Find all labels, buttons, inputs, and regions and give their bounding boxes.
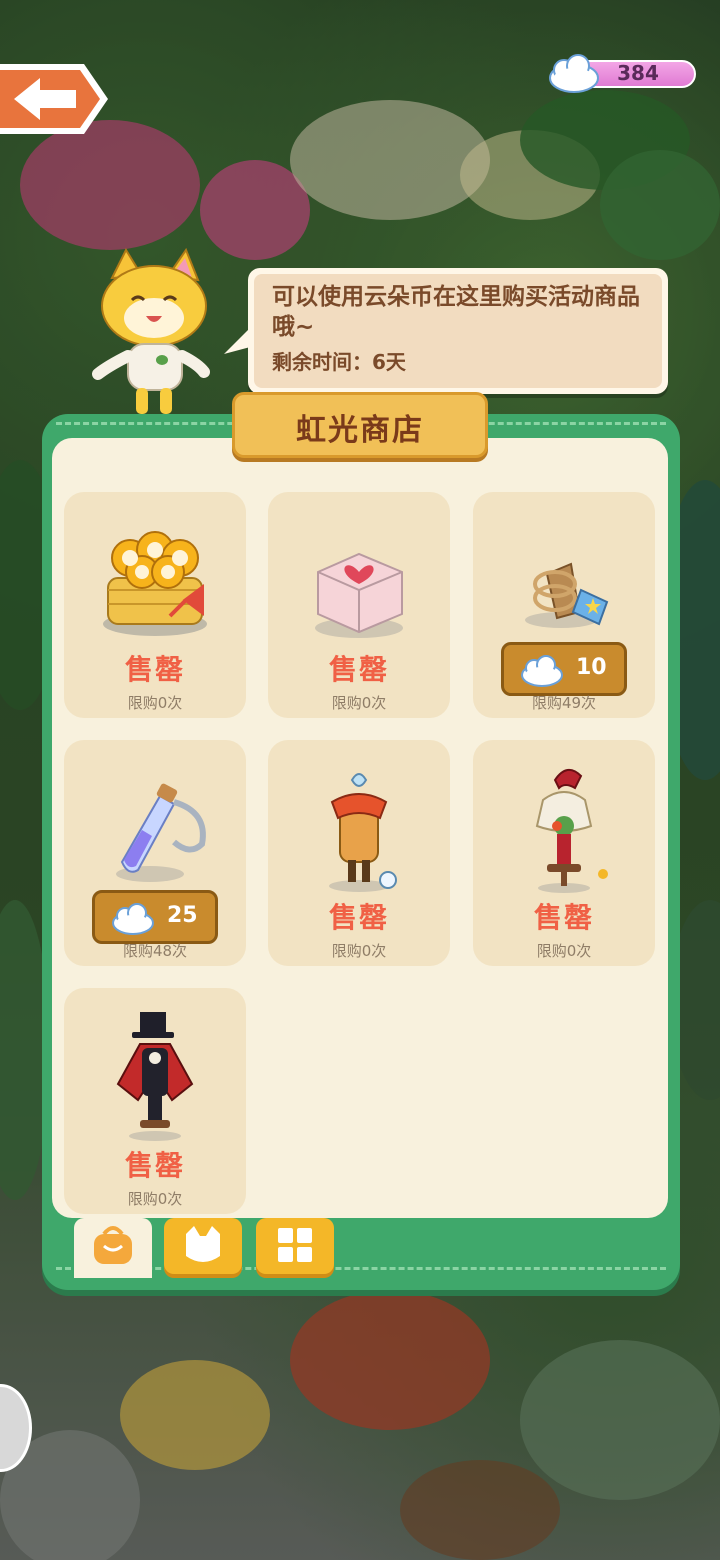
cat-npc — [90, 247, 220, 418]
shop-title-badge: 虹光商店 — [232, 392, 488, 458]
rope-tag-icon — [525, 562, 609, 628]
potion-bottle-icon — [116, 783, 206, 882]
magician-outfit-icon — [116, 1012, 194, 1141]
price-value: 25 — [167, 903, 198, 928]
sold-out-label: 售罄 — [328, 653, 389, 686]
sold-out-label: 售罄 — [328, 901, 389, 934]
purchase-limit: 限购49次 — [531, 694, 597, 712]
buy-price-button[interactable]: 10 — [501, 642, 627, 696]
purchase-limit: 限购0次 — [536, 942, 592, 960]
shop-item-card[interactable]: 售罄 限购0次 — [64, 988, 246, 1214]
purchase-limit: 限购0次 — [127, 694, 183, 712]
red-hat-outfit-icon — [535, 769, 608, 893]
npc-speech-bubble: 可以使用云朵币在这里购买活动商品哦~ 剩余时间：6天 — [224, 268, 668, 394]
purchase-limit: 限购0次 — [331, 942, 387, 960]
cloud-coin-icon — [521, 655, 563, 687]
sold-out-label: 售罄 — [124, 1149, 185, 1182]
speech-tail — [224, 324, 254, 354]
sold-out-label: 售罄 — [124, 653, 185, 686]
back-button[interactable] — [0, 60, 110, 138]
shop-title: 虹光商店 — [296, 413, 424, 448]
shop-item-card[interactable]: 10 限购49次 — [473, 492, 655, 718]
shop-item-card[interactable]: 售罄 限购0次 — [473, 740, 655, 966]
heart-cake-icon — [315, 552, 403, 638]
bag-icon — [94, 1226, 132, 1264]
shop-item-card[interactable]: 售罄 限购0次 — [64, 492, 246, 718]
back-arrow-icon — [0, 64, 108, 134]
cloud-coin-counter: 384 — [548, 54, 698, 93]
purchase-limit: 限购0次 — [127, 1190, 183, 1208]
grid-tab[interactable] — [256, 1218, 334, 1274]
orange-outfit-icon — [329, 773, 397, 892]
bag-tab[interactable] — [74, 1218, 152, 1278]
purchase-limit: 限购0次 — [331, 694, 387, 712]
buy-price-button[interactable]: 25 — [92, 890, 218, 944]
sold-out-label: 售罄 — [533, 901, 594, 934]
shop-item-card[interactable]: 25 限购48次 — [64, 740, 246, 966]
sunflower-basket-icon — [103, 531, 207, 636]
cat-icon — [186, 1226, 220, 1262]
price-value: 10 — [576, 655, 607, 680]
npc-message: 可以使用云朵币在这里购买活动商品哦~ — [272, 284, 640, 340]
grid-icon — [278, 1228, 312, 1262]
shop-item-card[interactable]: 售罄 限购0次 — [268, 492, 450, 718]
time-left: 剩余时间：6天 — [272, 350, 406, 374]
currency-amount: 384 — [617, 61, 659, 85]
cloud-coin-icon — [112, 903, 154, 935]
shop-item-card[interactable]: 售罄 限购0次 — [268, 740, 450, 966]
cat-tab[interactable] — [164, 1218, 242, 1274]
purchase-limit: 限购48次 — [122, 942, 188, 960]
